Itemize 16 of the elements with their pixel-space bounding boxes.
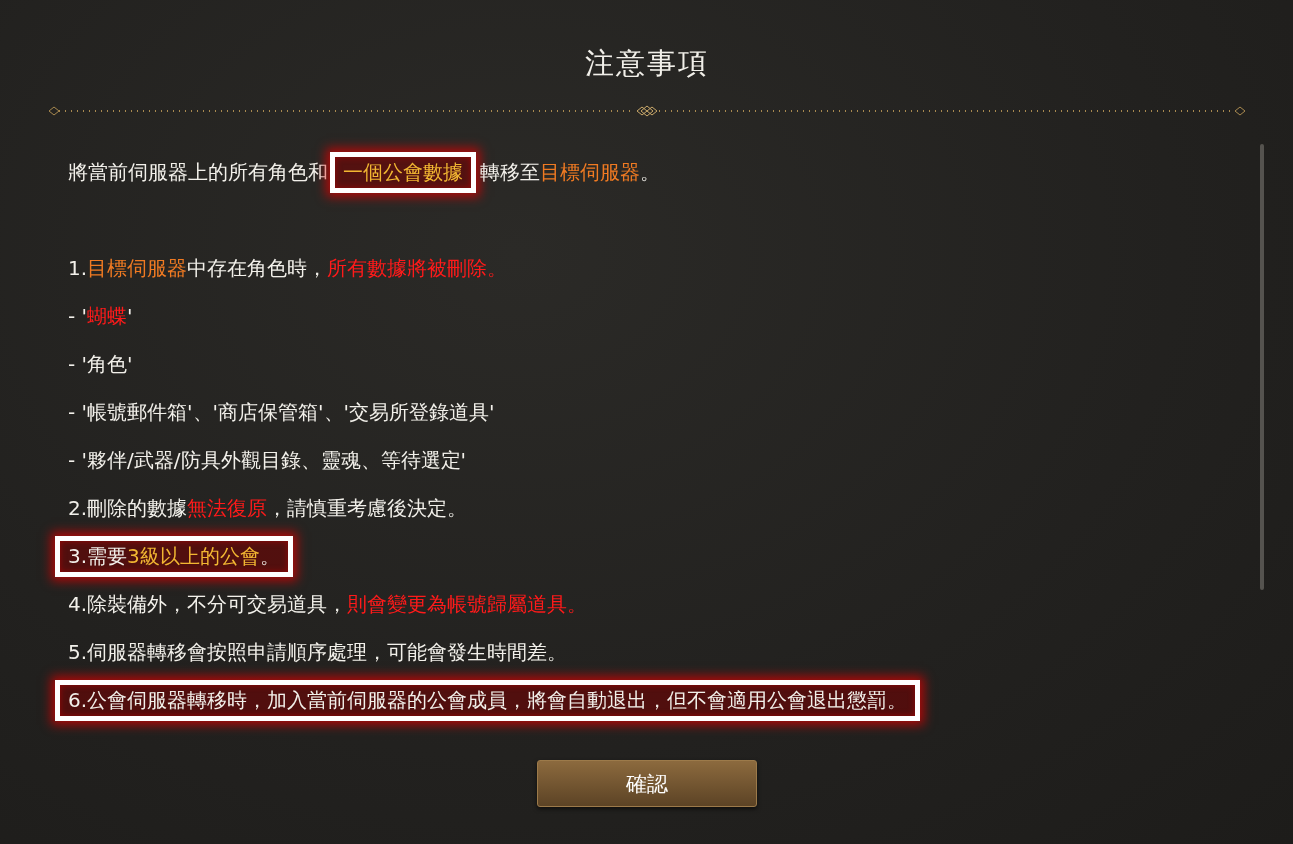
- confirm-button[interactable]: 確認: [536, 760, 757, 807]
- highlighted-note: 3.需要3級以上的公會。: [55, 535, 293, 577]
- scrollbar[interactable]: [1260, 144, 1264, 590]
- notice-text: 將當前伺服器上的所有角色和: [68, 158, 328, 186]
- note-text: 2.刪除的數據無法復原，請慎重考慮後決定。: [68, 494, 468, 522]
- note-text: 4.除裝備外，不分可交易道具，則會變更為帳號歸屬道具。: [68, 590, 588, 618]
- note-text: - '夥伴/武器/防具外觀目錄、靈魂、等待選定': [68, 446, 467, 474]
- note-text: - '角色': [68, 350, 133, 378]
- note-text: 5.伺服器轉移會按照申請順序處理，可能會發生時間差。: [68, 638, 568, 666]
- highlighted-note: 6.公會伺服器轉移時，加入當前伺服器的公會成員，將會自動退出，但不會適用公會退出懲罰。: [55, 679, 921, 721]
- dialog-title: 注意事項: [583, 45, 710, 82]
- note-text: - '蝴蝶': [68, 302, 133, 330]
- highlight-frame: 一個公會數據: [330, 151, 476, 193]
- note-text: 1.目標伺服器中存在角色時，所有數據將被刪除。: [68, 254, 508, 282]
- note-text: - '帳號郵件箱'、'商店保管箱'、'交易所登錄道具': [68, 398, 495, 426]
- notice-text: 轉移至目標伺服器。: [480, 158, 660, 186]
